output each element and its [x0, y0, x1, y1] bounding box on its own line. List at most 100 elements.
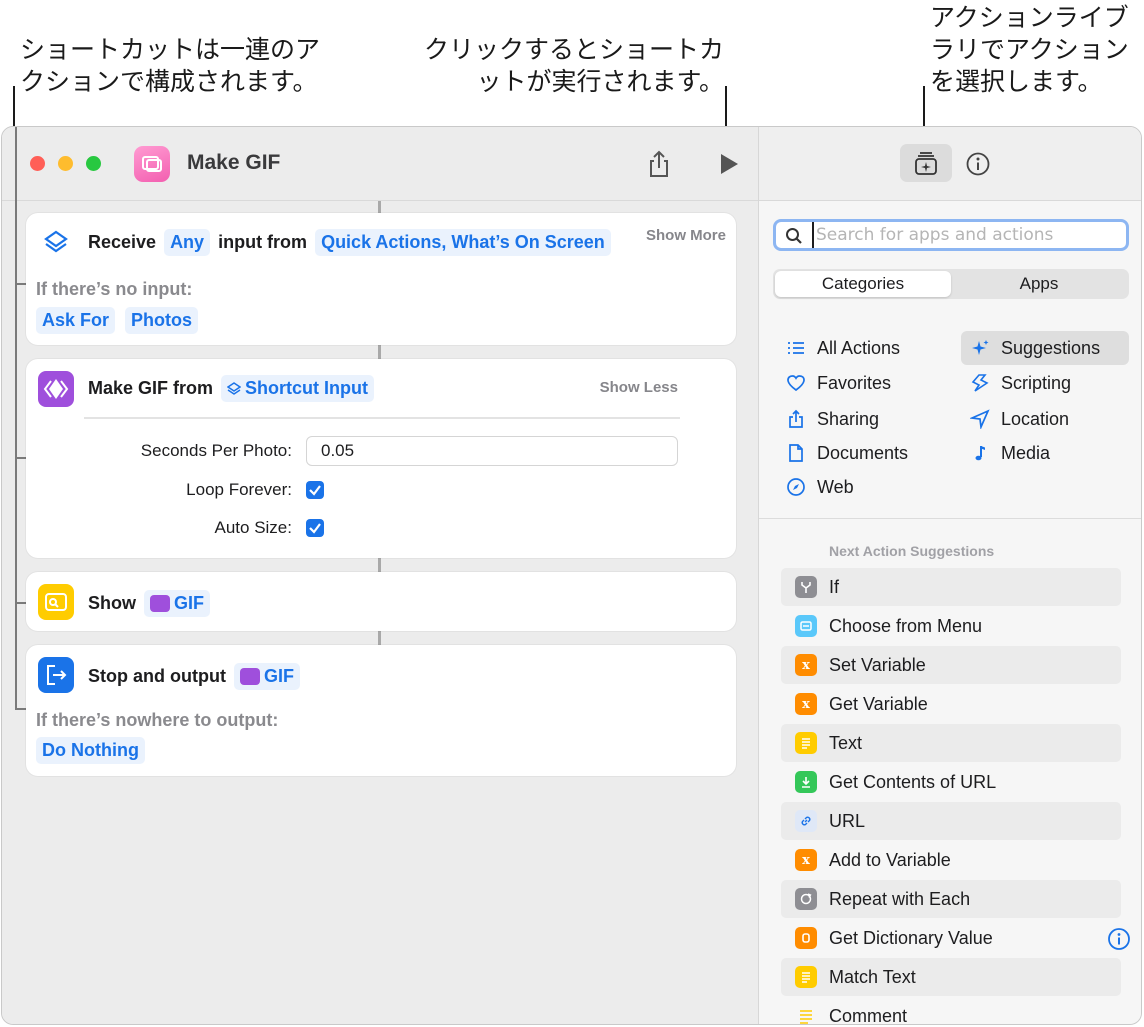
- input-source-token[interactable]: Quick Actions, What’s On Screen: [315, 229, 611, 256]
- suggestion-label: Comment: [829, 1005, 908, 1025]
- suggestion-get-contents-of-url[interactable]: Get Contents of URL: [781, 763, 1121, 801]
- variable-icon: x: [795, 654, 817, 676]
- search-field[interactable]: [773, 219, 1129, 251]
- callout-line: アクションライブ: [930, 3, 1129, 32]
- category-media[interactable]: Media: [961, 436, 1129, 470]
- suggestion-add-to-variable[interactable]: x Add to Variable: [781, 841, 1121, 879]
- gif-icon: [239, 668, 260, 685]
- seconds-per-photo-label: Seconds Per Photo:: [140, 441, 292, 460]
- shortcut-icon[interactable]: [134, 146, 170, 182]
- titlebar: Make GIF: [2, 127, 758, 201]
- scripting-icon: [969, 372, 991, 394]
- suggestion-url[interactable]: URL: [781, 802, 1121, 840]
- seconds-per-photo-field[interactable]: 0.05: [306, 436, 678, 466]
- show-result-icon: [38, 584, 74, 620]
- suggestion-choose-from-menu[interactable]: Choose from Menu: [781, 607, 1121, 645]
- run-shortcut-button[interactable]: [716, 151, 742, 177]
- category-label: Favorites: [817, 372, 892, 393]
- input-from-label: input from: [218, 232, 308, 252]
- flow-connector: [378, 201, 381, 213]
- suggestion-text[interactable]: Text: [781, 724, 1121, 762]
- no-input-options: Ask For Photos: [36, 307, 199, 334]
- category-label: All Actions: [817, 337, 901, 358]
- callout-library: アクションライブ ラリでアクション を選択します。: [930, 2, 1129, 98]
- category-location[interactable]: Location: [961, 402, 1129, 436]
- text-icon: [795, 966, 817, 988]
- suggestion-get-variable[interactable]: x Get Variable: [781, 685, 1121, 723]
- actions-bracket: [15, 127, 17, 710]
- suggestion-set-variable[interactable]: x Set Variable: [781, 646, 1121, 684]
- suggestion-if[interactable]: If: [781, 568, 1121, 606]
- sparkles-icon: [969, 337, 991, 359]
- auto-size-label: Auto Size:: [214, 518, 293, 537]
- callout-line: クションで構成されます。: [20, 67, 318, 96]
- category-suggestions[interactable]: Suggestions: [961, 331, 1129, 365]
- gif-variable-token[interactable]: GIF: [233, 663, 300, 690]
- category-all-actions[interactable]: All Actions: [777, 331, 957, 365]
- suggestion-label: Add to Variable: [829, 849, 951, 870]
- gif-icon: [150, 595, 170, 612]
- show-label: Show: [88, 593, 136, 613]
- gif-variable-token[interactable]: GIF: [144, 590, 210, 617]
- tab-apps[interactable]: Apps: [951, 271, 1127, 297]
- category-documents[interactable]: Documents: [777, 436, 957, 470]
- info-icon[interactable]: [965, 151, 991, 177]
- gif-variable-label: GIF: [263, 666, 294, 686]
- category-label: Scripting: [1001, 372, 1072, 393]
- suggestion-label: Get Contents of URL: [829, 771, 997, 792]
- show-more-button[interactable]: Show More: [646, 227, 726, 244]
- category-sharing[interactable]: Sharing: [777, 402, 957, 436]
- search-icon: [785, 227, 803, 245]
- action-library: Categories Apps All Actions Favorites Sh…: [758, 127, 1141, 1024]
- show-less-button[interactable]: Show Less: [600, 379, 678, 396]
- suggestion-comment[interactable]: Comment: [781, 997, 1121, 1025]
- shortcut-input-token[interactable]: Shortcut Input: [221, 375, 375, 402]
- suggestion-label: Match Text: [829, 966, 916, 987]
- auto-size-checkbox[interactable]: [306, 519, 324, 537]
- suggestion-label: Get Variable: [829, 693, 928, 714]
- input-type-token[interactable]: Any: [164, 229, 211, 256]
- suggestion-label: If: [829, 576, 840, 597]
- category-label: Documents: [817, 442, 909, 463]
- search-input[interactable]: [812, 222, 1112, 248]
- show-action-card[interactable]: Show GIF: [26, 572, 736, 631]
- callout-line: ショートカットは一連のア: [20, 35, 321, 64]
- action-library-button[interactable]: [900, 144, 952, 182]
- info-icon[interactable]: [1107, 927, 1131, 951]
- close-window-button[interactable]: [30, 156, 45, 171]
- callout-line: ットが実行されます。: [476, 67, 724, 96]
- make-gif-icon: [38, 371, 74, 407]
- make-gif-action-card[interactable]: Make GIF from Shortcut Input Show Less S…: [26, 359, 736, 558]
- flow-connector: [378, 345, 381, 359]
- suggestion-match-text[interactable]: Match Text: [781, 958, 1121, 996]
- receive-row: Receive Any input from Quick Actions, Wh…: [88, 229, 611, 256]
- category-scripting[interactable]: Scripting: [961, 366, 1129, 400]
- photos-token[interactable]: Photos: [125, 307, 199, 334]
- suggestion-get-dictionary-value[interactable]: Get Dictionary Value: [781, 919, 1130, 957]
- tab-categories[interactable]: Categories: [775, 271, 951, 297]
- suggestion-repeat-with-each[interactable]: Repeat with Each: [781, 880, 1121, 918]
- do-nothing-token[interactable]: Do Nothing: [36, 737, 145, 764]
- receive-action-card[interactable]: Receive Any input from Quick Actions, Wh…: [26, 213, 736, 345]
- ask-for-token[interactable]: Ask For: [36, 307, 116, 334]
- callout-actions: ショートカットは一連のア クションで構成されます。: [20, 34, 320, 98]
- share-icon[interactable]: [644, 149, 674, 179]
- variable-icon: x: [795, 849, 817, 871]
- text-icon: [795, 732, 817, 754]
- callout-line: クリックするとショートカ: [423, 35, 724, 64]
- category-web[interactable]: Web: [777, 470, 957, 504]
- zoom-window-button[interactable]: [86, 156, 101, 171]
- minimize-window-button[interactable]: [58, 156, 73, 171]
- shortcut-title[interactable]: Make GIF: [187, 151, 280, 175]
- location-arrow-icon: [969, 408, 991, 430]
- make-gif-row: Make GIF from Shortcut Input: [88, 375, 375, 402]
- stop-output-action-card[interactable]: Stop and output GIF If there’s nowhere t…: [26, 645, 736, 776]
- shortcut-input-label: Shortcut Input: [245, 378, 369, 398]
- category-favorites[interactable]: Favorites: [777, 366, 957, 400]
- callout-line: を選択します。: [930, 67, 1103, 96]
- repeat-icon: [795, 888, 817, 910]
- gif-variable-label: GIF: [174, 593, 204, 613]
- no-input-label: If there’s no input:: [36, 279, 193, 299]
- loop-forever-checkbox[interactable]: [306, 481, 324, 499]
- layers-icon: [38, 225, 74, 261]
